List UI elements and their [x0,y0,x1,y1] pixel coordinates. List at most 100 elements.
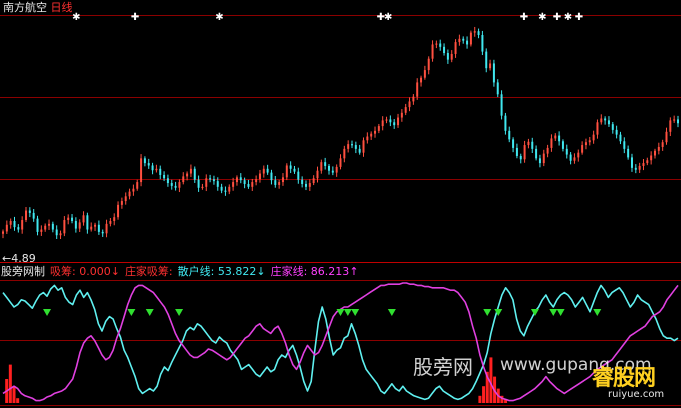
candle-body [304,183,307,187]
candle-body [216,181,219,187]
candle-body [274,180,277,185]
low-price-value: 4.89 [11,252,36,265]
indicator-bar: 股旁网制 吸筹: 0.000↓ 庄家吸筹: 散户线: 53.822↓ 庄家线: 86.2… [1,265,359,278]
candle-body [293,168,296,172]
signal-marker-icon [127,309,136,316]
stock-chart-window: ✱ ✚ ✱ ✚ ✱ ✚ ✱ ✚ ✱ ✚ 南方航空 日线 ←4.89 股旁网制 吸筹: 0.000↓ 庄… [0,0,681,408]
candle-body [312,178,315,184]
candle-body [281,177,284,183]
candle-body [48,223,51,226]
candle-body [243,180,246,184]
candle-body [143,158,146,164]
watermark-brand-cn: 睿股网 [592,366,656,391]
annotation-marker-icon: ✱ [72,12,80,23]
candle-body [615,129,618,135]
candle-body [531,141,534,149]
candle-body [400,112,403,118]
candle-body [630,157,633,168]
candle-body [374,130,377,134]
candle-body [389,119,392,123]
candle-body [577,152,580,158]
candle-body [565,148,568,155]
candle-body [351,144,354,146]
candle-body [285,165,288,178]
signal-marker-icon [43,309,52,316]
candle-body [301,179,304,184]
candle-body [239,177,242,181]
candle-body [627,148,630,158]
candle-body [339,158,342,167]
candle-body [607,120,610,125]
candle-body [86,215,89,230]
candle-body [97,224,100,232]
signal-marker-icon [175,309,184,316]
candle-body [113,217,116,221]
signal-marker-icon [556,309,565,316]
candle-body [28,210,31,213]
candle-body [661,142,664,147]
candle-body [197,179,200,188]
candle-body [90,226,93,230]
candle-body [611,124,614,130]
annotation-marker-icon: ✚ [553,12,561,23]
candle-body [423,70,426,78]
candle-body [193,168,196,180]
candle-body [569,154,572,161]
candle-body [500,94,503,116]
candle-body [542,153,545,164]
candle-body [638,165,641,170]
candle-body [209,178,212,180]
candle-body [94,224,97,227]
candle-body [2,231,4,234]
candle-body [262,168,265,174]
candle-body [224,190,227,192]
candle-body [604,118,607,121]
candle-body [592,134,595,141]
signal-marker-icon [351,309,360,316]
candle-body [189,168,192,174]
indicator-item-arrow-icon: ↓ [256,265,266,278]
candle-body [404,107,407,113]
candle-body [427,58,430,71]
candle-body [523,145,526,160]
candle-body [677,119,679,124]
candle-body [420,77,423,83]
candle-body [538,158,541,164]
candle-body [653,150,656,156]
candle-body [331,170,334,173]
candle-body [289,165,292,169]
candle-body [393,122,396,126]
candle-body [381,120,384,127]
candle-body [354,145,357,149]
candle-body [212,179,215,182]
accumulation-bar [16,398,20,403]
candle-body [136,182,139,189]
candle-body [657,146,660,151]
candle-body [320,162,323,171]
candle-body [105,223,108,234]
candle-body [477,31,480,35]
watermark-brand-url: ruiyue.com [608,389,665,400]
indicator-item-arrow-icon: ↓ [110,265,120,278]
candle-body [435,43,438,45]
candle-body [584,142,587,146]
candle-body [59,233,62,236]
candle-body [508,130,511,140]
candle-body [266,168,269,173]
banker-line [2,282,679,402]
candle-body [186,173,189,177]
signal-marker-icon [530,309,539,316]
candle-body [67,217,70,221]
candle-body [412,96,415,102]
candle-body [128,191,131,197]
indicator-item-label: 散户线: [177,265,215,278]
accumulation-bar [12,386,16,403]
candle-body [74,220,77,229]
candle-body [120,201,123,205]
candle-body [512,139,515,148]
candle-body [55,229,58,236]
candle-body [140,158,143,183]
low-price-marker: ←4.89 [2,252,36,265]
candle-body [416,82,419,97]
candle-body [481,34,484,52]
